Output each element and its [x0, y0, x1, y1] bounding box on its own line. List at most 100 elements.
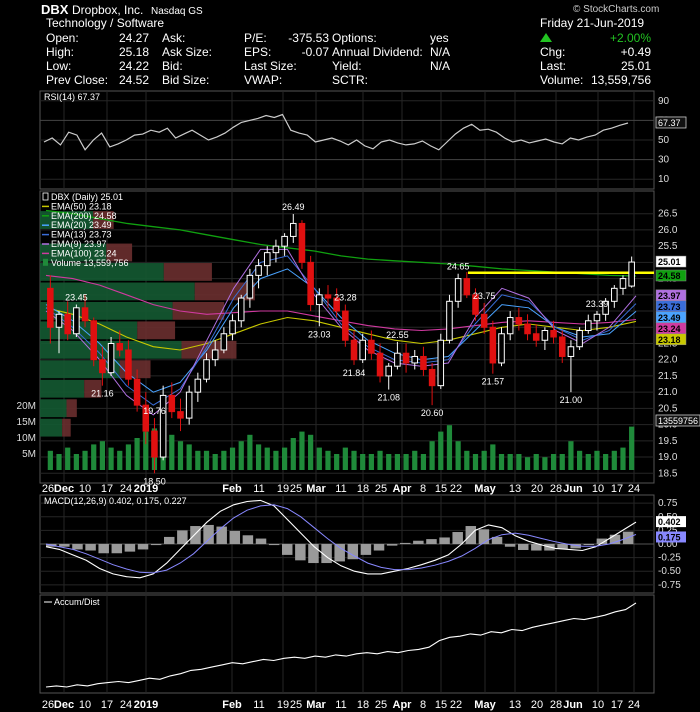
- candle-body: [515, 317, 523, 325]
- volume-bar: [403, 454, 409, 470]
- macd-histogram-bar: [268, 544, 280, 546]
- candle-body: [298, 222, 306, 263]
- candle-body: [593, 313, 601, 322]
- legend-entry: Volume 13,559,756: [51, 258, 129, 268]
- last-size-label: Last Size:: [244, 59, 297, 73]
- price-annotation: 20.60: [421, 408, 444, 418]
- x-tick-label: Mar: [306, 483, 326, 495]
- x-tick-label: 8: [420, 699, 426, 711]
- candle-body: [185, 391, 193, 419]
- candle-body: [263, 252, 271, 267]
- candle-body: [90, 320, 97, 361]
- volume-bar: [186, 444, 192, 470]
- rsi-tick-label: 10: [658, 174, 670, 185]
- price-right-tags: 25.01 24.58 23.9723.7323.4923.2423.18: [655, 255, 687, 346]
- x-tick-label: May: [474, 483, 496, 495]
- price-annotation: 26.49: [282, 202, 305, 212]
- volume-bar: [577, 450, 583, 470]
- x-tick-label: 10: [592, 699, 604, 711]
- volume-tick-label: 10M: [17, 433, 36, 444]
- x-tick-label: 2019: [134, 483, 158, 495]
- low-label: Low:: [46, 59, 71, 73]
- x-tick-label: Mar: [306, 699, 326, 711]
- x-tick-label: 13: [509, 483, 521, 495]
- vbp-bar-up: [40, 321, 138, 340]
- candle-body: [532, 333, 540, 341]
- macd-histogram-bar: [124, 544, 136, 552]
- x-tick-label: 15: [435, 483, 447, 495]
- x-tick-label: Jun: [563, 483, 583, 495]
- rsi-y-axis: 9070503010: [658, 96, 670, 185]
- macd-tick-label: -0.75: [658, 580, 681, 591]
- high-label: High:: [46, 45, 74, 59]
- price-tag-label: 23.24: [658, 324, 681, 334]
- volume-bar: [568, 441, 574, 470]
- vbp-bar-down: [194, 282, 255, 301]
- volume-bar: [386, 454, 392, 470]
- volume-bar: [377, 450, 383, 470]
- ask-size-label: Ask Size:: [162, 45, 212, 59]
- volume-last-value: 13559756: [658, 416, 698, 426]
- macd-histogram-bar: [373, 544, 385, 551]
- volume-last-tag: 13559756: [655, 414, 700, 427]
- macd-histogram-bar: [177, 530, 188, 544]
- macd-histogram-bar: [308, 544, 319, 564]
- x-tick-label: 25: [375, 699, 387, 711]
- x-tick-label: 17: [611, 483, 623, 495]
- price-annotation: 21.08: [377, 393, 400, 403]
- macd-title: MACD(12,26,9) 0.402, 0.175, 0.227: [44, 496, 187, 506]
- price-tick-label: 21.0: [658, 387, 678, 398]
- price-panel: 26.49 24.65 23.45 23.28 23.03 22.55 23.75 23.39…: [17, 190, 700, 486]
- candle-body: [220, 333, 228, 351]
- x-tick-label: 25: [290, 699, 302, 711]
- volume-bar: [594, 450, 600, 470]
- volume-bar: [82, 450, 88, 470]
- volume-bar: [516, 454, 522, 470]
- volume-y-axis: 20M 15M 10M 5M: [17, 401, 36, 460]
- candle-body: [55, 313, 63, 328]
- vwap-label: VWAP:: [244, 73, 282, 87]
- price-annotation: 21.00: [560, 395, 583, 405]
- macd-histogram-bar: [164, 536, 175, 544]
- x-tick-label: 13: [509, 699, 521, 711]
- candle-body: [498, 333, 505, 364]
- candle-body: [576, 330, 583, 348]
- candle-body: [394, 352, 401, 367]
- volume-bar: [550, 454, 557, 470]
- price-tick-label: 25.5: [658, 241, 678, 252]
- candle-body: [194, 378, 202, 393]
- price-tag-label: 25.01: [658, 257, 681, 267]
- macd-tick-label: -0.50: [658, 566, 681, 577]
- volume-bar: [394, 454, 400, 470]
- candle-body: [342, 310, 349, 341]
- x-tick-label: 15: [435, 699, 447, 711]
- x-axis-top: 26 Dec 10 17 24 2019 Feb 11 19 25 Mar 11 18 25 Apr 8 15 2…: [42, 483, 640, 495]
- candle-body: [385, 365, 392, 377]
- stock-chart: DBX Dropbox, Inc. Nasdaq GS © StockChart…: [17, 2, 700, 711]
- price-tick-label: 21.5: [658, 371, 678, 382]
- x-tick-label: 17: [101, 483, 113, 495]
- chg-value: +0.49: [621, 45, 652, 59]
- candle-body: [368, 339, 375, 354]
- volume-bar: [429, 441, 435, 470]
- x-tick-label: Apr: [393, 483, 413, 495]
- volume-bar: [65, 447, 71, 470]
- candle-body: [168, 394, 176, 413]
- candle-body: [480, 313, 488, 328]
- volume-bar: [134, 438, 140, 470]
- watermark: © StockCharts.com: [573, 4, 659, 15]
- volume-bar: [559, 454, 565, 470]
- rsi-panel: 9070503010 RSI(14) 67.37 67.37: [39, 90, 687, 190]
- open-value: 24.27: [119, 31, 149, 45]
- price-tick-label: 20.5: [658, 403, 678, 414]
- candle-body: [428, 368, 436, 387]
- macd-histogram-bar: [229, 530, 241, 544]
- candle-body: [446, 300, 453, 341]
- x-tick-label: 19: [277, 483, 289, 495]
- candle-body: [420, 355, 427, 370]
- vbp-bar-down: [66, 399, 77, 418]
- x-tick-label: 24: [120, 483, 132, 495]
- volume-bar: [316, 447, 322, 470]
- candle-body: [550, 330, 557, 338]
- options-value: yes: [430, 31, 449, 45]
